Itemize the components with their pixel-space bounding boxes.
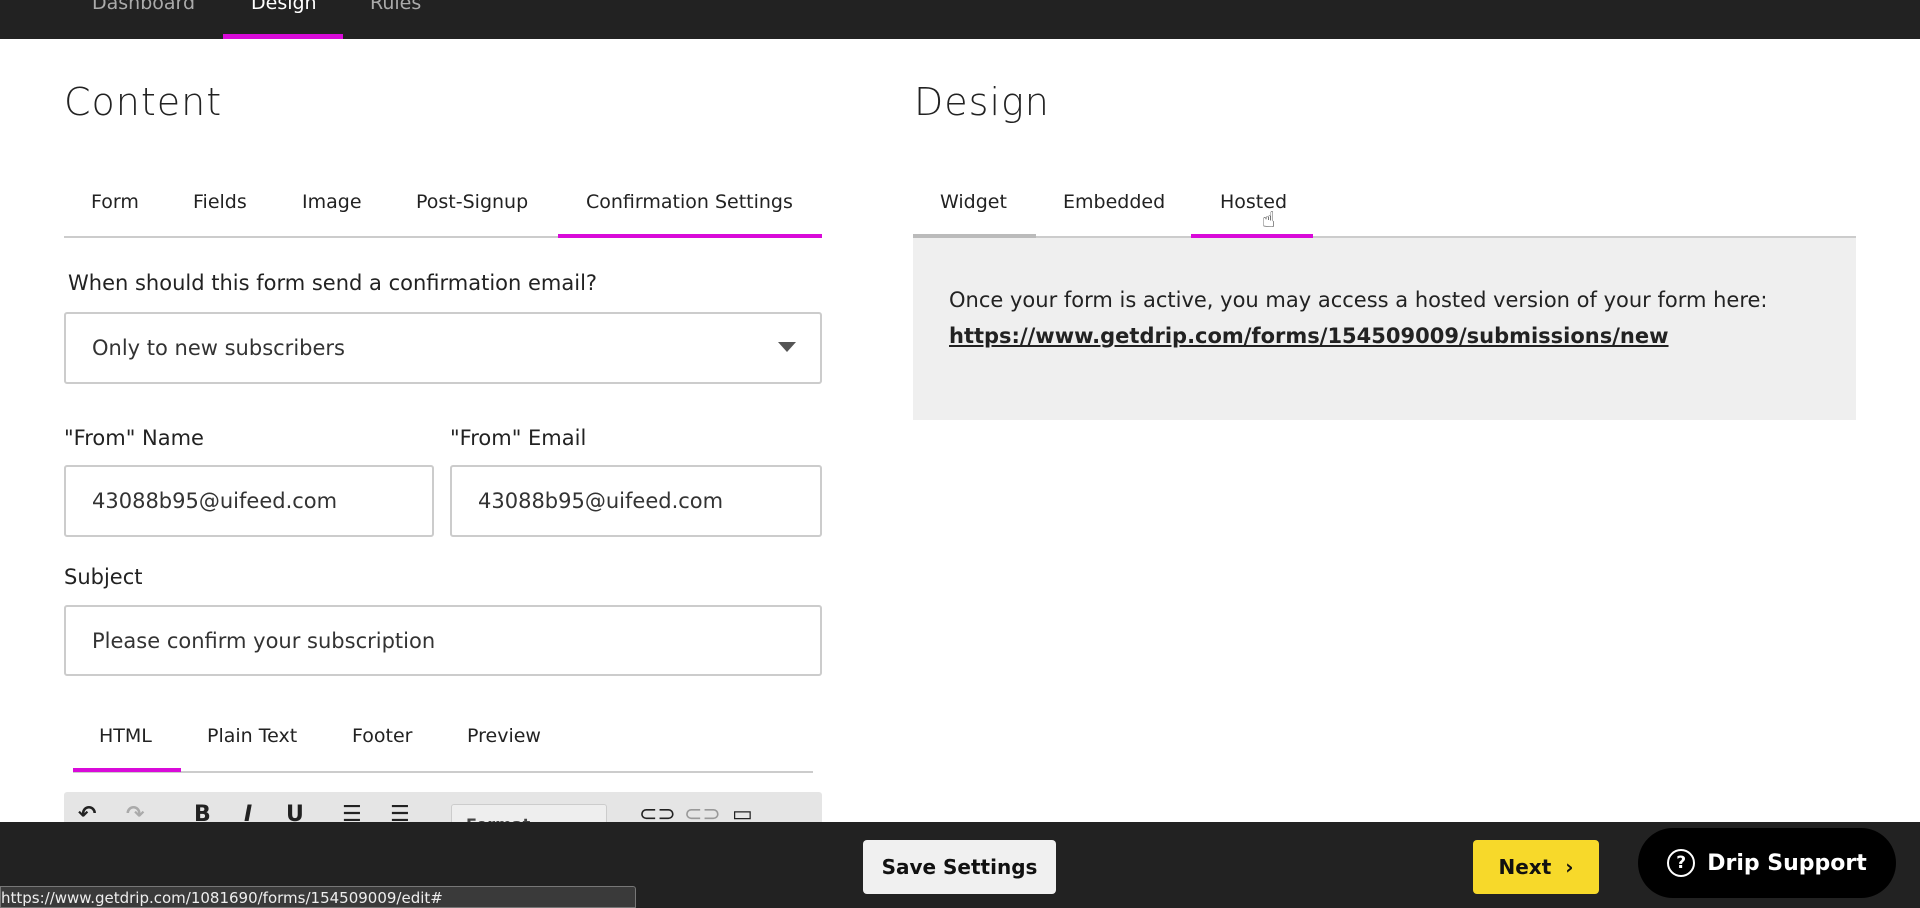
chevron-right-icon: › xyxy=(1565,855,1574,879)
confirmation-question: When should this form send a confirmatio… xyxy=(68,271,598,295)
tab-hosted[interactable]: Hosted xyxy=(1220,191,1287,213)
hand-cursor-icon: ☝ xyxy=(1262,208,1276,233)
tab-post-signup[interactable]: Post-Signup xyxy=(416,191,528,213)
editor-tab-preview[interactable]: Preview xyxy=(467,725,541,747)
nav-tab-dashboard[interactable]: Dashboard xyxy=(92,0,195,14)
from-email-label: "From" Email xyxy=(450,426,587,450)
nav-tab-rules[interactable]: Rules xyxy=(370,0,421,14)
tab-widget[interactable]: Widget xyxy=(940,191,1007,213)
hosted-description: Once your form is active, you may access… xyxy=(949,288,1768,312)
nav-active-underline xyxy=(223,34,343,39)
content-tab-underline xyxy=(558,234,822,238)
hosted-link[interactable]: https://www.getdrip.com/forms/154509009/… xyxy=(949,324,1669,348)
drip-support-button[interactable]: ? Drip Support xyxy=(1638,828,1896,898)
next-button[interactable]: Next › xyxy=(1473,840,1599,894)
subject-input[interactable]: Please confirm your subscription xyxy=(64,605,822,676)
from-email-value: 43088b95@uifeed.com xyxy=(478,489,724,513)
from-name-value: 43088b95@uifeed.com xyxy=(92,489,338,513)
status-url: https://www.getdrip.com/1081690/forms/15… xyxy=(0,886,636,908)
subject-label: Subject xyxy=(64,565,143,589)
content-title: Content xyxy=(64,80,223,124)
tab-embedded[interactable]: Embedded xyxy=(1063,191,1165,213)
subject-value: Please confirm your subscription xyxy=(92,628,436,653)
drip-support-label: Drip Support xyxy=(1707,850,1867,876)
editor-tab-plain-text[interactable]: Plain Text xyxy=(207,725,297,747)
tab-image[interactable]: Image xyxy=(302,191,362,213)
chevron-down-icon xyxy=(778,342,796,352)
tab-form[interactable]: Form xyxy=(91,191,139,213)
tab-fields[interactable]: Fields xyxy=(193,191,247,213)
help-icon: ? xyxy=(1667,849,1696,877)
from-name-label: "From" Name xyxy=(64,426,204,450)
editor-tabs-divider xyxy=(73,771,813,773)
from-email-input[interactable]: 43088b95@uifeed.com xyxy=(450,465,822,537)
tab-confirmation-settings[interactable]: Confirmation Settings xyxy=(586,191,793,213)
editor-tab-html[interactable]: HTML xyxy=(99,725,152,747)
next-label: Next xyxy=(1498,855,1552,879)
confirmation-select-value: Only to new subscribers xyxy=(92,336,345,360)
confirmation-select[interactable]: Only to new subscribers xyxy=(64,312,822,384)
top-nav: Dashboard Design Rules xyxy=(0,0,1920,39)
save-settings-button[interactable]: Save Settings xyxy=(863,840,1056,894)
design-title: Design xyxy=(914,80,1050,124)
editor-tab-underline xyxy=(73,768,181,772)
editor-tab-footer[interactable]: Footer xyxy=(352,725,412,747)
from-name-input[interactable]: 43088b95@uifeed.com xyxy=(64,465,434,537)
hosted-panel: Once your form is active, you may access… xyxy=(913,238,1856,420)
nav-tab-design[interactable]: Design xyxy=(251,0,317,14)
